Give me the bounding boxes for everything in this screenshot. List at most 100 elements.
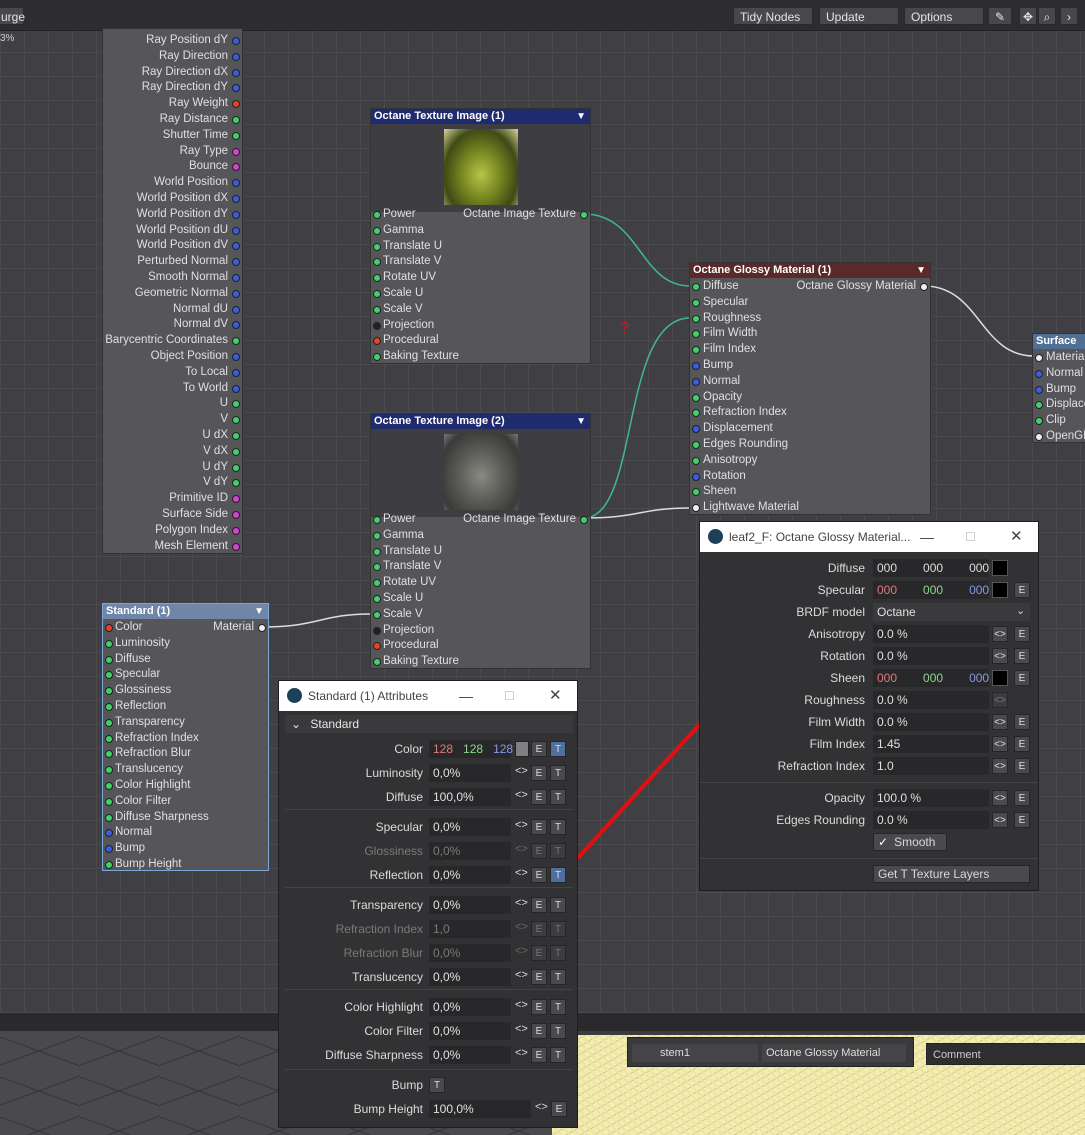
texture-button[interactable]: T [550, 819, 566, 835]
envelope-arrows-icon[interactable]: <> [992, 790, 1008, 806]
attribute-value-field[interactable]: 0,0% [429, 764, 511, 782]
output-port-dot[interactable] [232, 116, 240, 124]
input-port-dot[interactable] [373, 626, 381, 635]
output-port-dot[interactable] [232, 511, 240, 519]
texture-button[interactable]: T [550, 1023, 566, 1039]
color-swatch[interactable] [515, 741, 529, 757]
input-port-dot[interactable] [373, 211, 381, 219]
output-port-dot[interactable] [232, 258, 240, 267]
surface-name-cell[interactable]: stem1 [632, 1044, 758, 1062]
input-port-dot[interactable] [373, 353, 381, 362]
texture-button[interactable]: T [550, 741, 566, 757]
color-field[interactable]: 128 128 128 [429, 740, 513, 758]
envelope-arrows-icon[interactable]: <> [515, 867, 528, 879]
input-port-dot[interactable] [692, 330, 700, 339]
expression-button[interactable]: E [1014, 790, 1030, 806]
attribute-value-field[interactable]: 0,0% [429, 866, 511, 884]
envelope-arrows-icon[interactable]: <> [515, 819, 528, 831]
envelope-arrows-icon[interactable]: <> [992, 626, 1008, 642]
chevron-down-icon[interactable]: ▼ [576, 109, 586, 124]
texture-button[interactable]: T [550, 867, 566, 883]
input-port-dot[interactable] [373, 337, 381, 346]
attribute-value-field[interactable]: 0,0% [429, 1022, 511, 1040]
expression-button[interactable]: E [531, 843, 547, 859]
input-port-dot[interactable] [105, 624, 113, 632]
expression-button[interactable]: E [531, 867, 547, 883]
input-port-dot[interactable] [692, 441, 700, 449]
anisotropy-value-field[interactable]: 0.0 % [873, 625, 989, 643]
close-icon[interactable]: ✕ [1010, 522, 1023, 552]
input-port-dot[interactable] [692, 425, 700, 434]
get-texture-layers-button[interactable]: Get T Texture Layers [873, 865, 1030, 883]
edges-rounding-value-field[interactable]: 0.0 % [873, 811, 989, 829]
input-port-dot[interactable] [1035, 433, 1043, 441]
node-header[interactable]: Standard (1) ▼ [103, 604, 268, 619]
input-port-dot[interactable] [105, 766, 113, 775]
texture-button[interactable]: T [550, 1047, 566, 1063]
input-port-dot[interactable] [373, 258, 381, 267]
expression-button[interactable]: E [531, 1047, 547, 1063]
input-port-dot[interactable] [373, 242, 381, 251]
envelope-arrows-icon[interactable]: <> [515, 765, 528, 777]
expression-button[interactable]: E [1014, 670, 1030, 686]
expression-button[interactable]: E [531, 765, 547, 781]
attribute-value-field[interactable]: 0,0% [429, 896, 511, 914]
input-port-dot[interactable] [105, 655, 113, 664]
smooth-checkbox[interactable]: ✓ Smooth [873, 833, 947, 851]
material-type-cell[interactable]: Octane Glossy Material [762, 1044, 906, 1062]
input-port-dot[interactable] [692, 409, 700, 418]
output-port-dot[interactable] [232, 289, 240, 298]
output-port-dot[interactable] [920, 283, 928, 291]
octane-glossy-material-node[interactable]: Octane Glossy Material (1) ▼ Diffuse Specu… [689, 262, 931, 515]
texture-button[interactable]: T [550, 765, 566, 781]
output-port-dot[interactable] [232, 495, 240, 504]
input-port-dot[interactable] [1035, 385, 1043, 394]
input-port-dot[interactable] [105, 718, 113, 727]
output-port-dot[interactable] [232, 210, 240, 219]
output-port-dot[interactable] [232, 337, 240, 346]
texture-button[interactable]: T [550, 999, 566, 1015]
section-header-standard[interactable]: ⌄ Standard [285, 715, 573, 733]
envelope-arrows-icon[interactable]: <> [515, 1047, 528, 1059]
input-port-dot[interactable] [105, 750, 113, 759]
input-port-dot[interactable] [373, 610, 381, 619]
comment-field[interactable]: Comment [926, 1043, 1085, 1065]
envelope-arrows-icon[interactable]: <> [515, 1023, 528, 1035]
expression-button[interactable]: E [1014, 648, 1030, 664]
input-port-dot[interactable] [373, 274, 381, 283]
node-header[interactable]: Octane Texture Image (2) ▼ [371, 414, 590, 429]
output-port-dot[interactable] [232, 37, 240, 45]
output-port-dot[interactable] [232, 100, 240, 109]
input-port-dot[interactable] [105, 845, 113, 854]
expression-button[interactable]: E [531, 897, 547, 913]
surface-list[interactable]: stem1 Octane Glossy Material [627, 1037, 914, 1067]
expression-button[interactable]: E [531, 969, 547, 985]
envelope-arrows-icon[interactable]: <> [992, 648, 1008, 664]
output-port-dot[interactable] [232, 353, 240, 361]
node-header[interactable]: Surface [1033, 334, 1085, 349]
expression-button[interactable]: E [531, 789, 547, 805]
input-port-dot[interactable] [692, 346, 700, 355]
output-port-dot[interactable] [232, 147, 240, 156]
texture-button[interactable]: T [550, 945, 566, 961]
expression-button[interactable]: E [531, 819, 547, 835]
input-port-dot[interactable] [105, 861, 113, 869]
standard-node[interactable]: Standard (1) ▼ Color Luminosity Diffuse Spec… [102, 603, 269, 871]
roughness-value-field[interactable]: 0.0 % [873, 691, 989, 709]
opacity-value-field[interactable]: 100.0 % [873, 789, 989, 807]
input-port-dot[interactable] [105, 734, 113, 743]
input-port-dot[interactable] [692, 488, 700, 497]
output-port-dot[interactable] [232, 463, 240, 472]
input-port-dot[interactable] [105, 639, 113, 648]
expression-button[interactable]: E [1014, 582, 1030, 598]
texture-button[interactable]: T [550, 897, 566, 913]
output-port-dot[interactable] [232, 163, 240, 172]
output-port-dot[interactable] [232, 479, 240, 488]
input-port-dot[interactable] [373, 595, 381, 603]
input-port-dot[interactable] [692, 298, 700, 307]
envelope-arrows-icon[interactable]: <> [515, 999, 528, 1011]
refraction-index-value-field[interactable]: 1.0 [873, 757, 989, 775]
bump-height-field[interactable]: 100,0% [429, 1100, 531, 1118]
output-port-dot[interactable] [232, 84, 240, 93]
brdf-model-select[interactable]: Octane [873, 603, 1030, 621]
